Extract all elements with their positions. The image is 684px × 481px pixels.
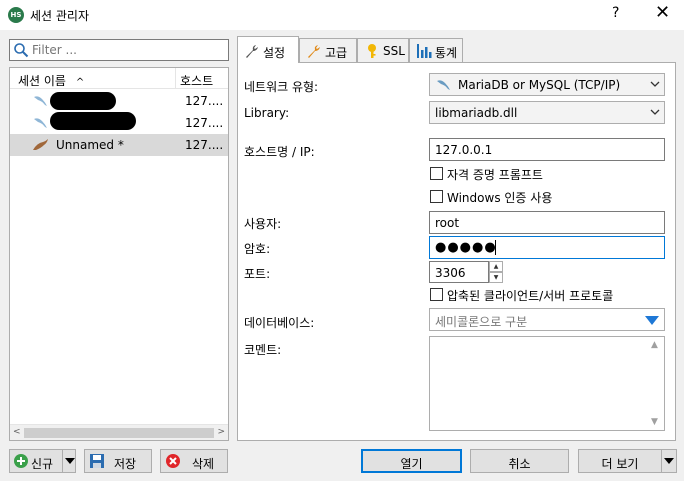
redacted-name	[50, 92, 116, 110]
port-increment-button[interactable]: ▲	[489, 261, 503, 272]
user-input[interactable]: root	[429, 211, 665, 234]
delete-icon	[166, 454, 180, 468]
save-button[interactable]: 저장	[84, 449, 152, 473]
scroll-up-icon[interactable]: ▲	[651, 340, 658, 350]
tab-ssl[interactable]: SSL	[357, 38, 409, 62]
sort-ascending-icon: ^	[75, 77, 85, 88]
port-stepper[interactable]: ▲ ▼	[489, 261, 503, 283]
comment-textarea[interactable]: ▲ ▼	[429, 336, 665, 431]
redacted-name	[50, 112, 136, 130]
port-decrement-button[interactable]: ▼	[489, 272, 503, 283]
wrench-orange-icon	[308, 45, 320, 58]
wrench-icon	[246, 45, 258, 58]
list-header: 세션 이름 ^ 호스트	[10, 68, 228, 89]
scroll-right-icon[interactable]: >	[217, 427, 225, 437]
triangle-down-icon	[645, 316, 659, 325]
cancel-button[interactable]: 취소	[470, 449, 569, 473]
databases-label: 데이터베이스:	[244, 316, 315, 330]
window-title: 세션 관리자	[30, 9, 90, 23]
chevron-down-icon	[650, 109, 660, 115]
windows-auth-checkbox[interactable]	[430, 190, 443, 203]
filter-box[interactable]	[9, 39, 229, 61]
comment-label: 코멘트:	[244, 343, 282, 357]
split-divider	[661, 450, 662, 472]
session-host: 127....	[185, 116, 224, 130]
tab-settings[interactable]: 설정	[237, 36, 299, 63]
session-host: 127....	[185, 94, 224, 108]
session-name: Unnamed *	[56, 138, 124, 152]
split-divider	[62, 450, 63, 472]
port-label: 포트:	[244, 267, 271, 281]
app-icon: HS	[8, 7, 24, 23]
session-row-selected[interactable]: Unnamed * 127....	[10, 134, 228, 156]
user-label: 사용자:	[244, 217, 282, 231]
add-icon	[14, 454, 28, 468]
hostname-label: 호스트명 / IP:	[244, 145, 315, 159]
password-input[interactable]: ●●●●●	[429, 236, 665, 259]
save-icon	[90, 454, 104, 468]
filter-input[interactable]	[30, 41, 226, 59]
session-list[interactable]: 세션 이름 ^ 호스트 127.... 127.... Unnamed * 12…	[9, 67, 229, 441]
mysql-dolphin-icon	[34, 96, 47, 106]
network-type-dropdown[interactable]: MariaDB or MySQL (TCP/IP)	[429, 73, 665, 96]
key-icon	[368, 44, 376, 58]
title-bar: HS 세션 관리자 ? ✕	[0, 0, 684, 30]
delete-button[interactable]: 삭제	[160, 449, 228, 473]
port-input[interactable]: 3306	[429, 261, 489, 283]
more-button[interactable]: 더 보기	[578, 449, 677, 473]
mariadb-seal-icon	[33, 139, 48, 150]
databases-dropdown[interactable]: 세미콜론으로 구분	[429, 308, 665, 331]
chevron-down-icon	[650, 81, 660, 87]
hostname-input[interactable]: 127.0.0.1	[429, 138, 665, 161]
close-button[interactable]: ✕	[655, 3, 670, 23]
scroll-left-icon[interactable]: <	[13, 427, 21, 437]
scrollbar-thumb[interactable]	[24, 428, 214, 438]
column-separator[interactable]	[175, 68, 176, 88]
search-icon	[14, 43, 29, 58]
compression-label: 압축된 클라이언트/서버 프로토콜	[447, 289, 614, 303]
horizontal-scrollbar[interactable]: < >	[10, 424, 228, 440]
tab-advanced[interactable]: 고급	[299, 38, 357, 62]
library-dropdown[interactable]: libmariadb.dll	[429, 101, 665, 124]
credential-prompt-label: 자격 증명 프롬프트	[447, 168, 543, 182]
tab-statistics[interactable]: 통계	[409, 38, 463, 62]
password-label: 암호:	[244, 242, 271, 256]
bar-chart-icon	[417, 44, 432, 58]
help-button[interactable]: ?	[612, 5, 619, 21]
new-button[interactable]: 신규	[9, 449, 76, 473]
mysql-dolphin-icon	[34, 118, 47, 128]
caret-down-icon[interactable]	[65, 458, 75, 464]
library-label: Library:	[244, 106, 290, 120]
mysql-dolphin-icon	[437, 80, 450, 90]
compression-checkbox[interactable]	[430, 288, 443, 301]
credential-prompt-checkbox[interactable]	[430, 167, 443, 180]
vertical-scrollbar[interactable]: ▲ ▼	[648, 337, 664, 430]
session-host: 127....	[185, 138, 224, 152]
windows-auth-label: Windows 인증 사용	[447, 191, 553, 205]
session-row[interactable]: 127....	[10, 90, 228, 112]
network-type-label: 네트워크 유형:	[244, 80, 319, 94]
open-button[interactable]: 열기	[361, 449, 462, 473]
column-header-session-name[interactable]: 세션 이름 ^	[18, 72, 84, 89]
scroll-down-icon[interactable]: ▼	[651, 417, 658, 427]
text-cursor	[495, 240, 496, 255]
column-header-host[interactable]: 호스트	[180, 72, 213, 89]
caret-down-icon[interactable]	[664, 458, 674, 464]
